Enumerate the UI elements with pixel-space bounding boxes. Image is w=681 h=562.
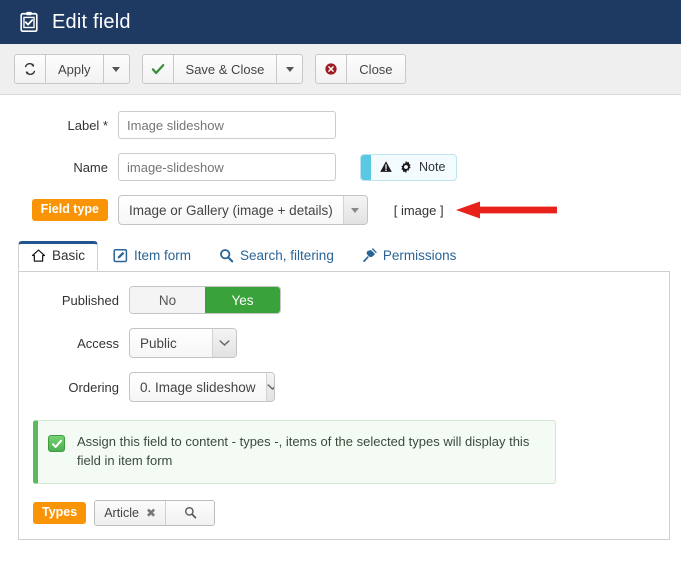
label-input[interactable] <box>118 111 336 139</box>
ordering-label: Ordering <box>68 379 119 395</box>
access-label: Access <box>77 335 119 351</box>
cancel-circle-icon <box>325 63 337 75</box>
access-select-arrow <box>212 329 236 357</box>
toolbar: Apply Save & Close Close <box>0 44 681 95</box>
close-x-icon[interactable]: ✖ <box>146 506 156 520</box>
magnifier-icon <box>220 249 234 263</box>
access-select[interactable]: Public <box>129 328 237 358</box>
access-selected-value: Public <box>140 335 177 351</box>
tab-item-form[interactable]: Item form <box>100 241 204 271</box>
published-option-no[interactable]: No <box>130 287 205 313</box>
apply-icon-button[interactable] <box>14 54 46 84</box>
note-badge-accent <box>361 154 371 180</box>
plug-icon <box>363 248 377 262</box>
chevron-down-icon <box>219 340 230 347</box>
field-type-selected-value: Image or Gallery (image + details) <box>129 202 333 218</box>
tab-item-form-label: Item form <box>134 248 192 263</box>
name-input[interactable] <box>118 153 336 181</box>
ordering-selected-value: 0. Image slideshow <box>140 379 256 395</box>
published-toggle[interactable]: No Yes <box>129 286 281 314</box>
page-header: Edit field <box>0 0 681 44</box>
annotation-arrow-wrap <box>454 199 559 221</box>
apply-button[interactable]: Apply <box>46 54 104 84</box>
access-row: Access Public <box>19 328 669 358</box>
tab-search-filtering-label: Search, filtering <box>240 248 334 263</box>
types-chosen-control[interactable]: Article ✖ <box>94 499 215 526</box>
ordering-select-arrow <box>265 373 274 401</box>
tab-bar: Basic Item form Search, filtering Permis… <box>18 239 681 271</box>
field-type-select[interactable]: Image or Gallery (image + details) <box>118 195 368 225</box>
note-badge-label: Note <box>419 160 446 174</box>
tab-search-filtering[interactable]: Search, filtering <box>206 241 347 271</box>
home-icon <box>31 249 46 262</box>
label-field-row: Label * <box>0 111 681 139</box>
field-type-label: Field type <box>31 199 108 221</box>
magnifier-icon <box>184 507 196 519</box>
types-chip-label: Article <box>104 505 139 520</box>
save-close-dropdown-toggle[interactable] <box>277 54 304 84</box>
note-badge-body: Note <box>371 155 456 180</box>
field-type-select-arrow <box>342 196 367 224</box>
field-form: Label * Name Note Field type <box>0 95 681 225</box>
save-close-icon-button[interactable] <box>141 54 174 84</box>
save-close-button[interactable]: Save & Close <box>173 54 278 84</box>
name-field-row: Name Note <box>0 153 681 181</box>
assign-field-notice: Assign this field to content - types -, … <box>33 420 556 484</box>
ordering-row: Ordering 0. Image slideshow <box>19 372 669 402</box>
published-label: Published <box>61 292 119 308</box>
tab-basic[interactable]: Basic <box>18 241 99 271</box>
types-label: Types <box>33 501 87 524</box>
field-type-row: Field type Image or Gallery (image + det… <box>0 195 681 225</box>
types-chip-article[interactable]: Article ✖ <box>95 500 166 525</box>
apply-dropdown-toggle[interactable] <box>103 54 130 84</box>
basic-tab-panel: Published No Yes Access Public Ordering … <box>18 271 670 540</box>
image-type-note: [ image ] <box>393 202 444 218</box>
refresh-icon <box>24 63 36 75</box>
tab-permissions[interactable]: Permissions <box>349 241 470 271</box>
clipboard-check-icon <box>20 11 38 32</box>
check-icon <box>151 64 164 75</box>
ordering-select[interactable]: 0. Image slideshow <box>129 372 275 402</box>
assign-field-checkbox[interactable] <box>48 435 65 452</box>
tab-permissions-label: Permissions <box>382 248 457 263</box>
label-field-label: Label * <box>67 117 108 133</box>
close-icon-button[interactable] <box>315 54 348 84</box>
caret-down-icon <box>112 66 121 72</box>
red-arrow-annotation-icon <box>455 201 557 219</box>
tab-basic-label: Basic <box>52 248 86 263</box>
caret-down-icon <box>285 66 294 72</box>
close-button-group: Close <box>315 54 406 84</box>
warning-triangle-icon <box>380 161 392 172</box>
note-badge[interactable]: Note <box>360 153 458 181</box>
check-icon <box>51 439 62 448</box>
close-button[interactable]: Close <box>347 54 406 84</box>
page-title: Edit field <box>52 10 131 33</box>
name-field-label: Name <box>73 159 108 175</box>
published-row: Published No Yes <box>19 286 669 314</box>
types-search-button[interactable] <box>166 500 214 525</box>
gear-icon <box>401 160 411 174</box>
save-close-button-group: Save & Close <box>141 54 304 84</box>
pencil-square-icon <box>113 248 128 263</box>
field-type-label-wrap: Field type <box>0 199 118 221</box>
types-row: Types Article ✖ <box>33 499 669 526</box>
apply-button-group: Apply <box>14 54 130 84</box>
chevron-down-icon <box>267 384 274 391</box>
caret-down-icon <box>351 207 360 213</box>
published-option-yes[interactable]: Yes <box>205 287 280 313</box>
assign-field-notice-text: Assign this field to content - types -, … <box>77 434 530 468</box>
